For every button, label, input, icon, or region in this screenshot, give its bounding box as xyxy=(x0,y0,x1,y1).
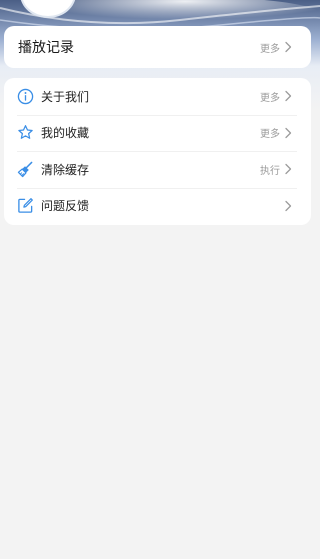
star-icon xyxy=(18,125,33,140)
menu-card: 关于我们 更多 我的收藏 更多 清除缓存 执行 问题反馈 xyxy=(4,78,311,225)
menu-item-favorites[interactable]: 我的收藏 更多 xyxy=(4,114,311,152)
menu-item-action: 执行 xyxy=(260,162,293,177)
chevron-right-icon xyxy=(285,91,292,102)
history-title: 播放记录 xyxy=(18,40,74,56)
info-icon xyxy=(17,88,34,104)
menu-item-feedback[interactable]: 问题反馈 xyxy=(4,187,311,225)
menu-item-action-label: 执行 xyxy=(260,165,280,177)
history-more-label: 更多 xyxy=(260,43,280,55)
menu-item-action xyxy=(280,200,293,212)
chevron-right-icon xyxy=(285,41,292,53)
broom-icon xyxy=(17,161,33,177)
history-more[interactable]: 更多 xyxy=(260,40,293,55)
history-card: 播放记录 更多 xyxy=(4,26,311,68)
menu-item-action: 更多 xyxy=(260,89,293,104)
menu-item-action-label: 更多 xyxy=(260,129,280,141)
menu-item-label: 问题反馈 xyxy=(41,199,90,214)
edit-icon xyxy=(18,198,33,214)
menu-item-about[interactable]: 关于我们 更多 xyxy=(4,78,311,115)
chevron-right-icon xyxy=(285,127,292,138)
history-row[interactable]: 播放记录 更多 xyxy=(4,26,311,68)
menu-item-clear-cache[interactable]: 清除缓存 执行 xyxy=(4,151,311,188)
menu-item-action: 更多 xyxy=(260,125,293,140)
chevron-right-icon xyxy=(285,200,292,211)
menu-item-label: 我的收藏 xyxy=(41,126,90,141)
menu-item-action-label: 更多 xyxy=(260,92,280,104)
menu-item-label: 关于我们 xyxy=(41,89,90,104)
menu-item-label: 清除缓存 xyxy=(41,162,90,177)
chevron-right-icon xyxy=(285,164,292,175)
